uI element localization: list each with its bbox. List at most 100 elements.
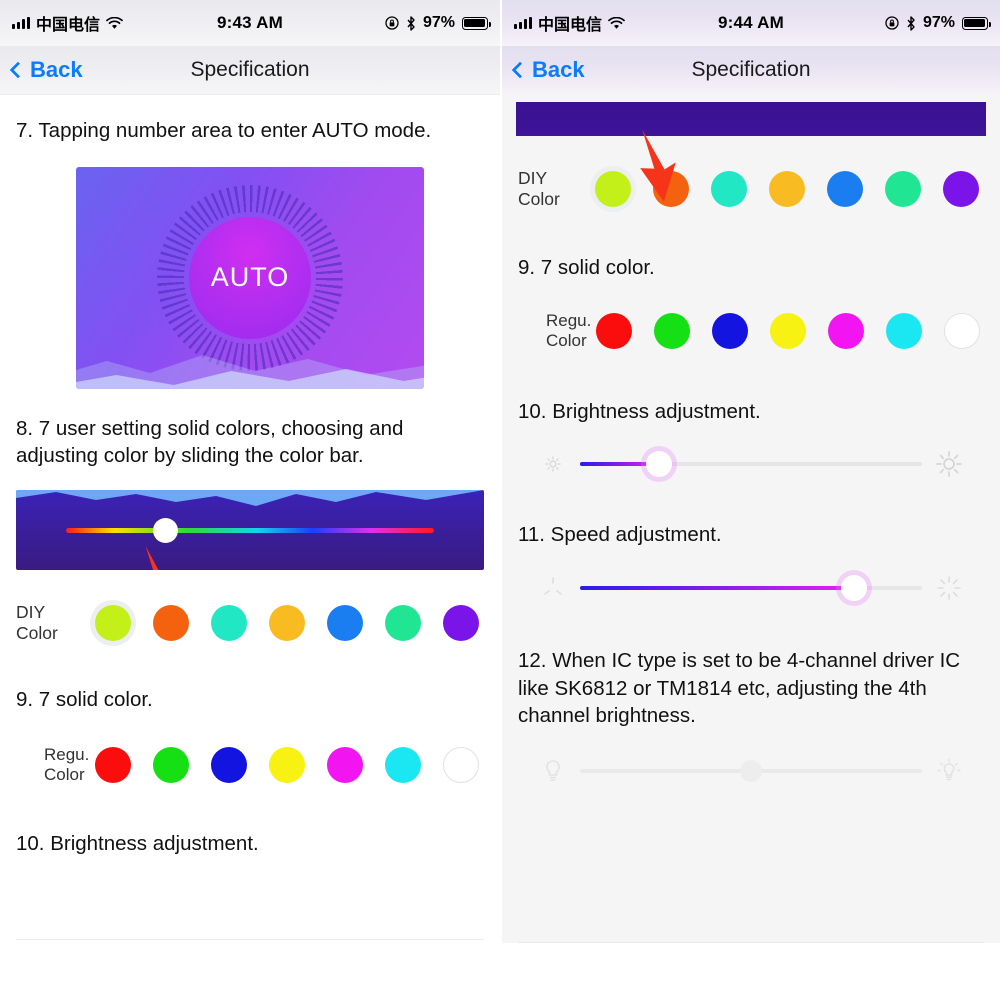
regu-color-row-right: Regu. Color [518, 308, 984, 354]
regu-color-label: Regu. Color [44, 744, 90, 784]
left-bottom-divider [16, 939, 484, 940]
speed-slider-handle[interactable] [840, 575, 867, 602]
regu-swatch-list [591, 308, 985, 354]
step-10-text: 10. Brightness adjustment. [16, 831, 259, 855]
brightness-slider-handle[interactable] [645, 451, 672, 478]
status-left-group-right: 中国电信 [514, 11, 625, 35]
signal-bars-icon [12, 17, 30, 29]
left-status-bar: 中国电信 9:43 AM 97% [0, 0, 500, 46]
left-nav-bar: Back Specification [0, 46, 500, 94]
left-content: 7. Tapping number area to enter AUTO mod… [0, 117, 500, 857]
panel-seam [500, 0, 502, 1000]
step-7-text: 7. Tapping number area to enter AUTO mod… [16, 119, 432, 142]
fourth-channel-slider-handle[interactable] [740, 760, 762, 783]
fourth-channel-brightness-slider[interactable] [518, 758, 984, 784]
clock-label: 9:43 AM [217, 13, 283, 32]
diy-swatch-2[interactable] [706, 166, 752, 212]
carrier-label: 中国电信 [538, 17, 603, 34]
step-12-text: 12. When IC type is set to be 4-channel … [518, 649, 961, 728]
regu-swatch-0[interactable] [90, 742, 136, 788]
status-right-group: 97% [385, 14, 492, 32]
right-bottom-divider [518, 942, 984, 943]
brightness-slider[interactable] [518, 451, 984, 478]
red-arrow-annotation-left [142, 545, 176, 571]
color-bar-track[interactable] [66, 517, 434, 543]
status-right-group-right: 97% [885, 14, 992, 32]
regu-swatch-list [90, 742, 484, 788]
step-9-text: 9. 7 solid color. [16, 688, 153, 712]
regu-swatch-6[interactable] [438, 742, 484, 788]
battery-percent-label: 97% [922, 14, 955, 31]
bluetooth-icon [907, 15, 915, 31]
brightness-slider-track[interactable] [580, 451, 922, 478]
regu-swatch-2[interactable] [206, 742, 252, 788]
diy-swatch-4[interactable] [322, 600, 368, 646]
diy-color-row-left: DIY Color [16, 600, 484, 647]
diy-swatch-2[interactable] [206, 600, 252, 646]
auto-wave-front-icon [76, 368, 424, 389]
bulb-on-icon [937, 758, 961, 781]
bluetooth-icon [407, 15, 415, 31]
speed-slider[interactable] [518, 575, 984, 602]
regu-color-row-left: Regu. Color [16, 742, 484, 788]
right-phone-screenshot: 中国电信 9:44 AM 97% Back Specification DIY … [500, 0, 1000, 1000]
right-phone-body: 中国电信 9:44 AM 97% Back Specification DIY … [502, 0, 1000, 943]
fourth-channel-slider-track[interactable] [580, 760, 922, 783]
diy-swatch-6[interactable] [938, 166, 984, 212]
back-button-label: Back [532, 57, 585, 82]
carrier-label: 中国电信 [36, 17, 101, 34]
regu-swatch-4[interactable] [823, 308, 869, 354]
diy-swatch-list [90, 600, 484, 647]
diy-swatch-3[interactable] [264, 600, 310, 646]
step-9-text: 9. 7 solid color. [518, 256, 655, 279]
regu-swatch-3[interactable] [264, 742, 310, 788]
back-button[interactable]: Back [9, 57, 83, 83]
rotation-lock-icon [885, 16, 899, 30]
auto-mode-illustration: AUTO [76, 166, 424, 389]
back-button-label: Back [30, 57, 83, 82]
battery-icon [462, 16, 492, 30]
color-bar-handle[interactable] [152, 517, 178, 543]
speed-slider-track[interactable] [580, 575, 922, 602]
step-10-text: 10. Brightness adjustment. [518, 399, 761, 423]
status-left-group: 中国电信 [12, 11, 123, 35]
regu-swatch-2[interactable] [707, 308, 753, 354]
diy-swatch-5[interactable] [380, 600, 426, 646]
auto-label: AUTO [210, 262, 290, 293]
step-8-text: 8. 7 user setting solid colors, choosing… [16, 416, 404, 468]
clock-label: 9:44 AM [718, 13, 784, 32]
diy-swatch-1[interactable] [148, 600, 194, 646]
regu-swatch-5[interactable] [380, 742, 426, 788]
right-status-bar: 中国电信 9:44 AM 97% [502, 0, 1000, 46]
battery-icon [962, 16, 992, 30]
regu-swatch-1[interactable] [649, 308, 695, 354]
regu-swatch-0[interactable] [591, 308, 637, 354]
diy-swatch-6[interactable] [438, 600, 484, 646]
auto-center-circle: AUTO [189, 216, 311, 339]
regu-swatch-3[interactable] [765, 308, 811, 354]
diy-swatch-5[interactable] [880, 166, 926, 212]
regu-swatch-5[interactable] [881, 308, 927, 354]
left-phone-body: 中国电信 9:43 AM 97% Back Specification 7. T… [0, 0, 500, 940]
diy-swatch-0-selected[interactable] [90, 600, 136, 647]
regu-swatch-1[interactable] [148, 742, 194, 788]
wifi-icon [608, 16, 625, 29]
diy-swatch-3[interactable] [764, 166, 810, 212]
regu-color-label: Regu. Color [546, 310, 592, 350]
red-arrow-annotation-right [640, 129, 676, 202]
diy-color-label: DIY Color [16, 602, 58, 644]
step-11-text: 11. Speed adjustment. [518, 523, 722, 547]
nav-divider-left [0, 94, 500, 95]
regu-swatch-4[interactable] [322, 742, 368, 788]
diy-swatch-4[interactable] [822, 166, 868, 212]
right-content: DIY Color 9. 7 solid color. Regu. Color [502, 129, 1000, 784]
chevron-left-icon [9, 61, 27, 79]
diy-swatch-0-selected[interactable] [590, 166, 636, 212]
rotation-lock-icon [385, 16, 399, 30]
speed-slider-fill [580, 586, 854, 591]
regu-swatch-6[interactable] [939, 308, 985, 354]
sun-small-icon [545, 456, 561, 473]
back-button[interactable]: Back [511, 57, 585, 83]
left-phone-screenshot: 中国电信 9:43 AM 97% Back Specification 7. T… [0, 0, 500, 1000]
battery-percent-label: 97% [422, 14, 455, 31]
